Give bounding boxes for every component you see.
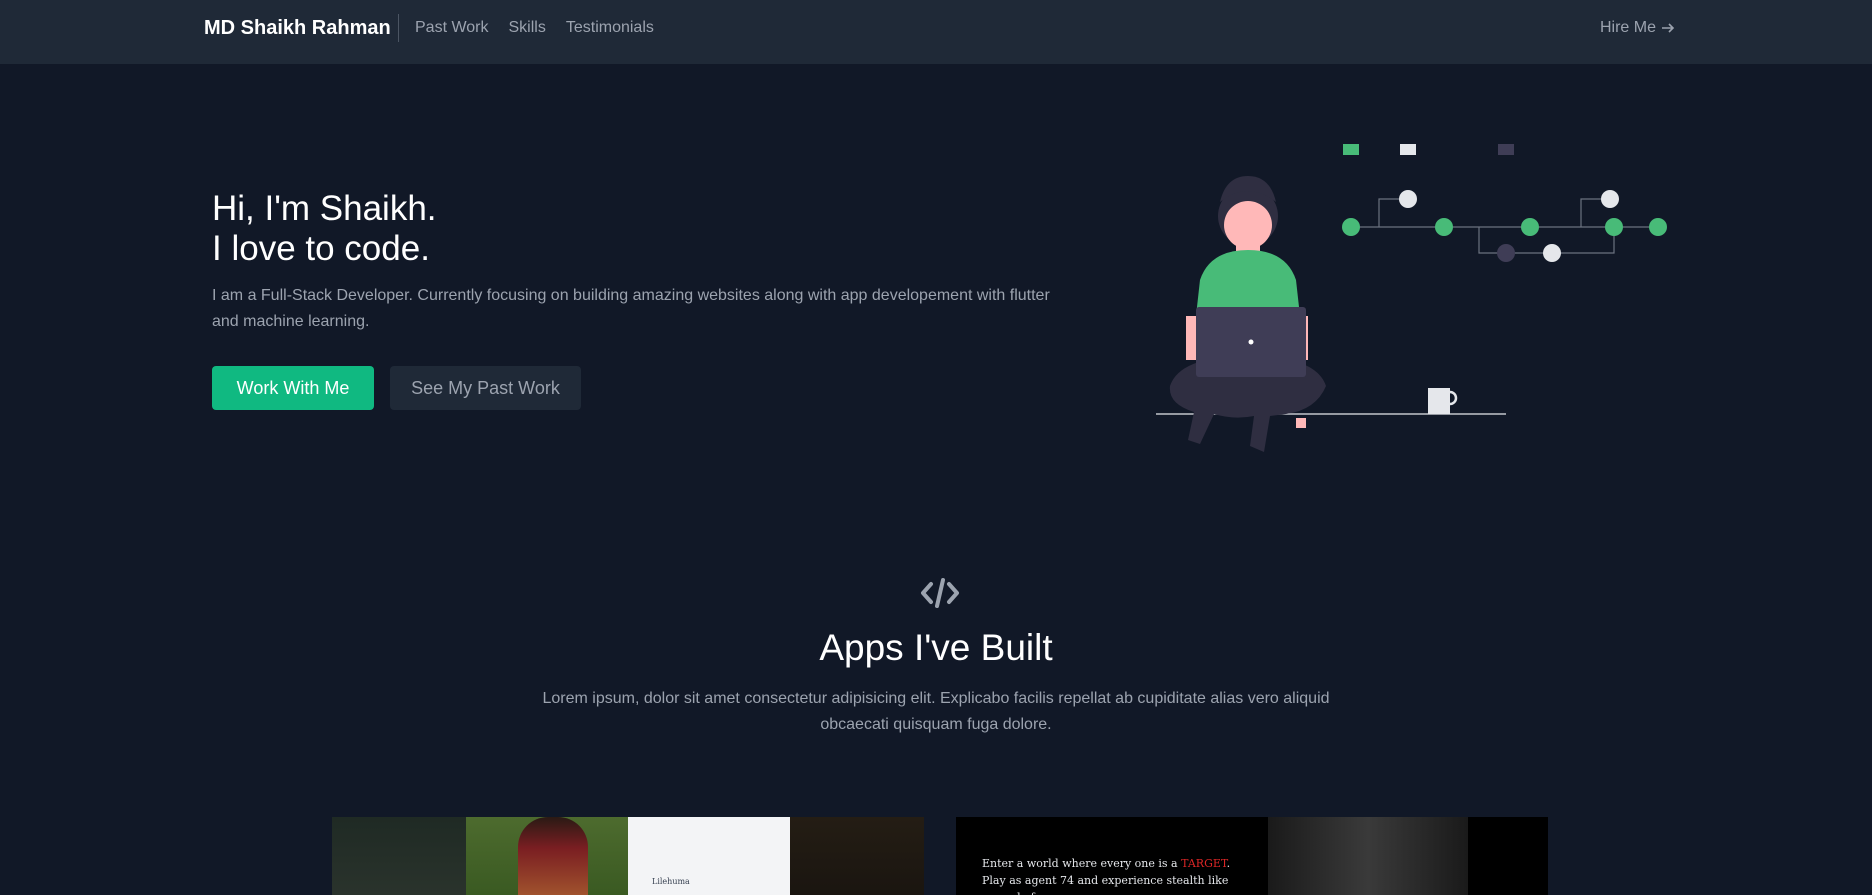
hire-me-link[interactable]: Hire Me: [1600, 19, 1676, 37]
caption-pre: Enter a world where every one is a: [982, 857, 1182, 870]
project-image-white-page: Lilehuma: [628, 817, 790, 895]
see-past-work-button[interactable]: See My Past Work: [390, 366, 581, 410]
network-diagram: [1342, 144, 1667, 262]
hero-title: Hi, I'm Shaikh. I love to code.: [212, 189, 812, 269]
work-with-me-button[interactable]: Work With Me: [212, 366, 374, 410]
hero-title-line-1: Hi, I'm Shaikh.: [212, 189, 437, 228]
project-card-left-caption: Lilehuma: [652, 877, 690, 886]
person-figure: [1169, 176, 1326, 452]
nav-divider: [398, 14, 399, 42]
project-image-forest: [332, 817, 466, 895]
nav-link-skills[interactable]: Skills: [509, 19, 546, 37]
project-image-agent: [1268, 817, 1468, 895]
apps-section-title: Apps I've Built: [819, 627, 1053, 668]
nav-link-past-work[interactable]: Past Work: [415, 19, 489, 37]
project-image-dark: [790, 817, 924, 895]
project-card-right[interactable]: Enter a world where every one is a TARGE…: [956, 817, 1548, 895]
project-card-left[interactable]: Lilehuma: [332, 817, 924, 895]
main-nav: Past Work Skills Testimonials: [415, 19, 654, 37]
nav-link-testimonials[interactable]: Testimonials: [566, 19, 654, 37]
project-card-right-caption: Enter a world where every one is a TARGE…: [982, 855, 1252, 895]
code-icon: [921, 578, 959, 608]
caption-highlight: TARGET: [1181, 857, 1227, 870]
arrow-right-icon: [1662, 23, 1675, 33]
hero-title-line-2: I love to code.: [212, 229, 430, 268]
hire-me-label: Hire Me: [1599, 19, 1656, 36]
project-image-target-text: Enter a world where every one is a TARGE…: [956, 817, 1268, 895]
mug-icon: [1428, 388, 1450, 414]
project-image-portrait: [466, 817, 628, 895]
site-header: MD Shaikh Rahman Past Work Skills Testim…: [0, 0, 1872, 64]
developer-illustration: [1156, 144, 1667, 452]
hero-description: I am a Full-Stack Developer. Currently f…: [212, 287, 1050, 330]
brand-name[interactable]: MD Shaikh Rahman: [204, 17, 391, 40]
project-image-black: [1468, 817, 1548, 895]
apps-section-description: Lorem ipsum, dolor sit amet consectetur …: [542, 690, 1330, 733]
